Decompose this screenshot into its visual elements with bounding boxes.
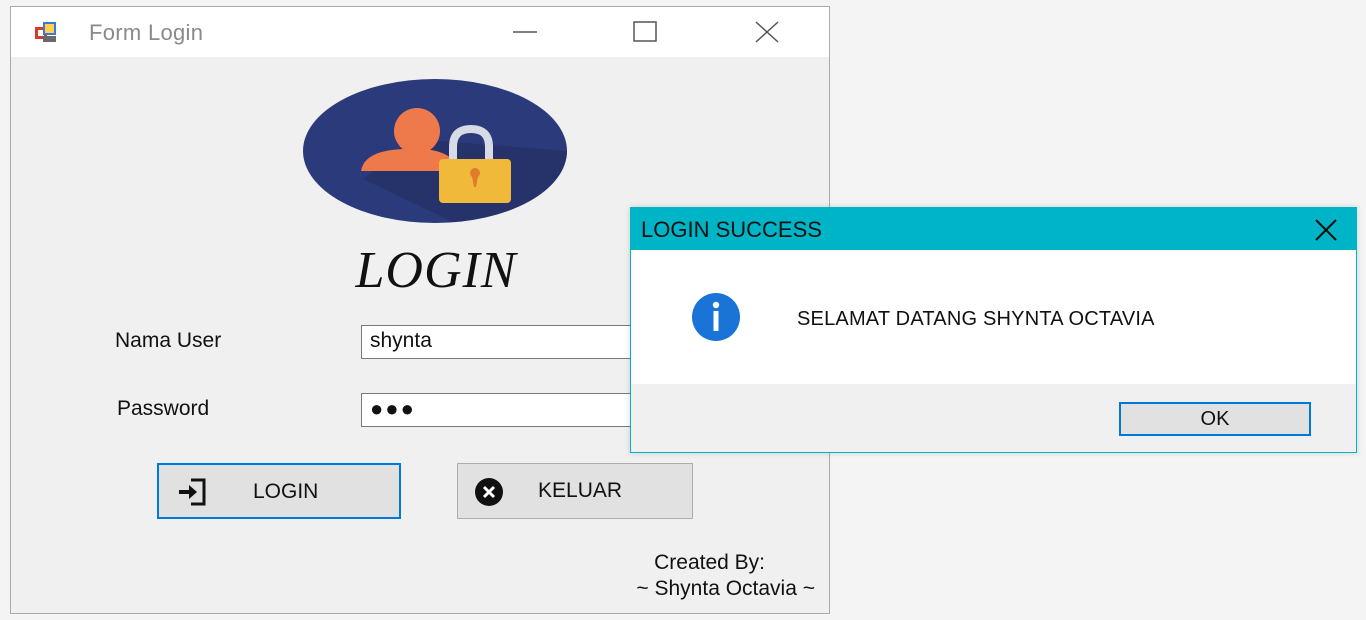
username-input[interactable]: shynta [361,325,641,359]
dialog-message: SELAMAT DATANG SHYNTA OCTAVIA [797,308,1155,330]
close-icon [1315,219,1337,241]
app-icon [35,22,56,42]
dialog-title-bar[interactable]: LOGIN SUCCESS [631,208,1356,250]
credit-line-2: ~ Shynta Octavia ~ [636,577,815,600]
credit-line-1: Created By: [654,551,765,574]
sign-in-icon [179,478,206,506]
login-success-dialog: LOGIN SUCCESS SELAMAT DATANG SHYNTA OCTA… [630,207,1357,453]
close-icon [755,21,779,43]
dialog-title: LOGIN SUCCESS [641,217,822,242]
minimize-icon [513,31,537,33]
password-input[interactable]: ●●● [361,393,641,427]
login-heading: LOGIN [355,242,517,299]
maximize-button[interactable] [615,7,675,57]
close-circle-icon [475,478,503,506]
dialog-close-button[interactable] [1306,214,1346,246]
close-button[interactable] [737,7,797,57]
exit-button-label: KELUAR [538,479,623,502]
title-bar[interactable]: Form Login [11,7,829,57]
minimize-button[interactable] [495,7,555,57]
window-title: Form Login [89,20,204,45]
ok-button[interactable]: OK [1119,402,1311,436]
login-button-label: LOGIN [253,480,319,503]
login-button[interactable]: LOGIN [157,463,401,519]
dialog-body: SELAMAT DATANG SHYNTA OCTAVIA [631,250,1356,384]
exit-button[interactable]: KELUAR [457,463,693,519]
user-lock-icon [303,79,567,223]
username-label: Nama User [115,329,222,352]
info-icon [692,293,740,341]
password-label: Password [117,397,210,420]
maximize-icon [633,21,657,42]
